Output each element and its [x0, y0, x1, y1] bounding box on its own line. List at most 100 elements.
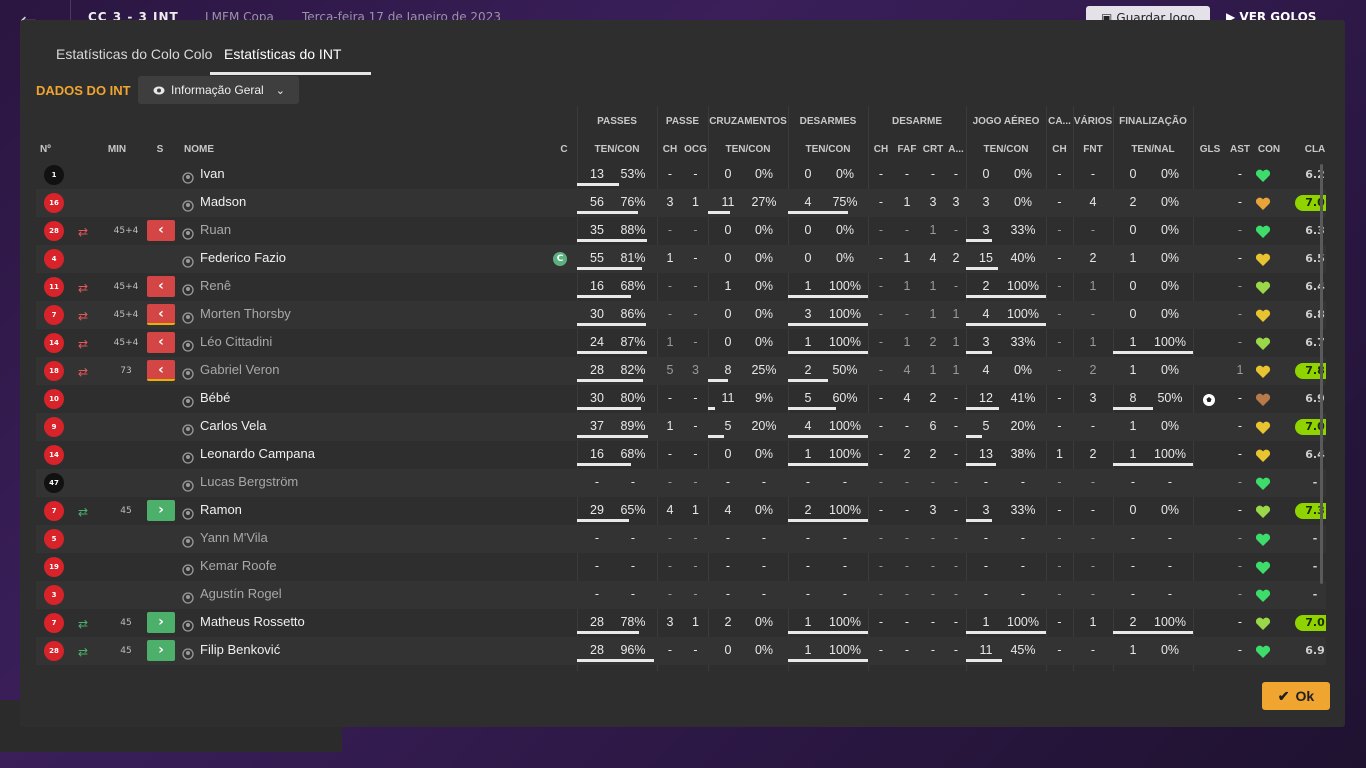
tab-colo-colo-stats[interactable]: Estatísticas do Colo Colo	[56, 46, 212, 62]
column-header-ast[interactable]: AST	[1226, 144, 1254, 155]
player-name[interactable]: Ramon	[200, 497, 500, 525]
table-row[interactable]: 28 ⇄ 45 › Filip Benković 28 96% - -0 0% 1 100% - - - -1…	[36, 637, 1326, 665]
player-name[interactable]: Carlos Vela	[200, 413, 500, 441]
column-header-passe-ocg[interactable]: OCG	[683, 144, 708, 155]
column-header-d-faf[interactable]: FAF	[894, 144, 920, 155]
player-name[interactable]: Agustín Rogel	[200, 581, 500, 609]
table-row[interactable]: 10 Bébé 30 80% - -11 9% 5 60% -4 2-12 41% -3 8 50% -6.9	[36, 385, 1326, 413]
crosses-percent: -	[761, 587, 767, 601]
player-name[interactable]: Filip Benković	[200, 637, 500, 665]
column-header-d-ch[interactable]: CH	[868, 144, 894, 155]
column-header-fin[interactable]: TEN/NAL	[1113, 144, 1193, 155]
key-passes: -	[667, 223, 673, 237]
table-row[interactable]: 14 Leonardo Campana 16 68% - -0 0% 1 100% -2 2-13 3…	[36, 441, 1326, 469]
player-name[interactable]: Morten Thorsby	[200, 301, 500, 329]
table-row[interactable]: 1 Ivan 13 53% - -0 0% 0 0% - - - -0 0% - -0 0% -6.2	[36, 161, 1326, 189]
column-header-fnt[interactable]: FNT	[1073, 144, 1113, 155]
column-header-passes[interactable]: TEN/CON	[577, 144, 657, 155]
tackles-percent: 50%	[832, 363, 858, 377]
condition-heart-icon	[1255, 588, 1271, 602]
player-name[interactable]: Yann M'Vila	[200, 525, 500, 553]
column-header-desarmes[interactable]: TEN/CON	[788, 144, 868, 155]
crosses-attempted: -	[725, 531, 731, 545]
column-header-d-a[interactable]: A...	[946, 144, 966, 155]
column-header-ca-ch[interactable]: CH	[1046, 144, 1073, 155]
crosses-percent: 0%	[754, 279, 774, 293]
table-row[interactable]: 7 ⇄ 45+4 ‹ Morten Thorsby 30 86% - -0 0% 3 100% - -1 1…	[36, 301, 1326, 329]
table-row[interactable]: 9 Carlos Vela 37 89% 1-5 20% 4 100% - -6-5 20% - -1 0…	[36, 413, 1326, 441]
key-tackles: -	[878, 167, 884, 181]
column-header-num[interactable]: Nº	[36, 144, 58, 155]
table-row[interactable]: 14 ⇄ 45+4 ‹ Léo Cittadini 24 87% 1-0 0% 1 100% -1 2 1…	[36, 329, 1326, 357]
column-header-name[interactable]: NOME	[180, 144, 260, 155]
player-name[interactable]: Bébé	[200, 385, 500, 413]
ca-stat: -	[1057, 195, 1062, 209]
column-header-s[interactable]: S	[148, 144, 172, 155]
column-header-min[interactable]: MIN	[96, 144, 138, 155]
person-icon	[182, 169, 194, 184]
subbed-off-icon: ‹	[147, 332, 175, 353]
table-row[interactable]: 4 Federico Fazio C 55 81% 1-0 0% 0 0% -1 4 2 15 40% -2…	[36, 245, 1326, 273]
table-row[interactable]: 19 Kemar Roofe - - - - - - - - - - - - - - - - - - - -	[36, 553, 1326, 581]
key-tackles: -	[878, 615, 884, 629]
fouls: -	[904, 643, 910, 657]
person-icon	[182, 225, 194, 240]
table-row[interactable]: 18 ⇄ 73 ‹ Gabriel Veron 28 82% 5 3 8 25% 2 50% -4 1 1 4 0…	[36, 357, 1326, 385]
column-header-aereo[interactable]: TEN/CON	[966, 144, 1046, 155]
table-row[interactable]: 7 ⇄ 45 › Ramon 29 65% 4 1 4 0% 2 100% - -3-3 33% - -0 0% -7…	[36, 497, 1326, 525]
player-name[interactable]: Ruan	[200, 217, 500, 245]
column-header-gls[interactable]: GLS	[1196, 144, 1224, 155]
shots-percent: 0%	[1160, 167, 1180, 181]
player-name[interactable]: Leonardo Campana	[200, 441, 500, 469]
clearances: 2	[929, 447, 937, 461]
player-name[interactable]: Matheus Rossetto	[200, 609, 500, 637]
passes-bar	[577, 519, 629, 522]
table-row[interactable]: 11 ⇄ 45+4 ‹ Renê 16 68% - -1 0% 1 100% -1 1-2 100% -1 0 0…	[36, 273, 1326, 301]
tab-int-stats[interactable]: Estatísticas do INT	[224, 46, 341, 62]
column-header-cruz[interactable]: TEN/CON	[708, 144, 788, 155]
column-header-c[interactable]: C	[554, 144, 574, 155]
column-header-con[interactable]: CON	[1254, 144, 1284, 155]
headers-attempted: 0	[982, 167, 990, 181]
table-row[interactable]: 28 ⇄ 45+4 ‹ Ruan 35 88% - -0 0% 0 0% - -1-3 33% - -0 0% -6…	[36, 217, 1326, 245]
fouls-against: 2	[1089, 363, 1097, 377]
player-name[interactable]: Renê	[200, 273, 500, 301]
condition-heart-icon	[1255, 560, 1271, 574]
headers-bar	[966, 295, 1046, 298]
column-header-passe-ch[interactable]: CH	[657, 144, 683, 155]
shots-percent: -	[1167, 531, 1173, 545]
substitution-minute: 45	[120, 506, 132, 516]
table-row[interactable]: 3 Agustín Rogel - - - - - - - - - - - - - - - - - - - -	[36, 581, 1326, 609]
headers-bar	[966, 519, 992, 522]
player-name[interactable]: Madson	[200, 189, 500, 217]
clearances: 1	[929, 363, 937, 377]
table-row[interactable]: 7 ⇄ 45 › Matheus Rossetto 28 78% 3 1 2 0% 1 100% - - - -…	[36, 609, 1326, 637]
view-dropdown[interactable]: Informação Geral ⌄	[138, 76, 299, 104]
table-row[interactable]: 47 Lucas Bergström - - - - - - - - - - - - - - - - - - - -	[36, 469, 1326, 497]
assists: -	[1237, 307, 1243, 321]
ok-button[interactable]: ✔ Ok	[1262, 682, 1330, 710]
fouls-against: -	[1090, 503, 1096, 517]
shirt-number-icon: 47	[44, 473, 64, 493]
shirt-number-icon: 18	[44, 361, 64, 381]
table-row[interactable]: 5 Yann M'Vila - - - - - - - - - - - - - - - - - - - -	[36, 525, 1326, 553]
column-header-d-crt[interactable]: CRT	[920, 144, 946, 155]
player-name[interactable]: Ivan	[200, 161, 500, 189]
column-header-cla[interactable]: CLA	[1295, 144, 1326, 155]
key-tackles: -	[878, 307, 884, 321]
tackles-bar	[788, 295, 868, 298]
table-scrollbar[interactable]	[1320, 164, 1323, 584]
ca-stat: -	[1057, 307, 1062, 321]
player-name[interactable]: Gabriel Veron	[200, 357, 500, 385]
player-name[interactable]: Federico Fazio	[200, 245, 500, 273]
key-tackles: -	[878, 279, 884, 293]
condition-heart-icon	[1255, 168, 1271, 182]
player-name[interactable]: Kemar Roofe	[200, 553, 500, 581]
condition-heart-icon	[1255, 252, 1271, 266]
table-row[interactable]: 16 Madson 56 76% 3 1 11 27% 4 75% -1 3 3 3 0% -4 2 0% -7.0	[36, 189, 1326, 217]
shots-attempted: 2	[1129, 195, 1137, 209]
person-icon	[182, 365, 194, 380]
player-name[interactable]: Léo Cittadini	[200, 329, 500, 357]
player-name[interactable]: Lucas Bergström	[200, 469, 500, 497]
fouls-against: -	[1090, 643, 1096, 657]
